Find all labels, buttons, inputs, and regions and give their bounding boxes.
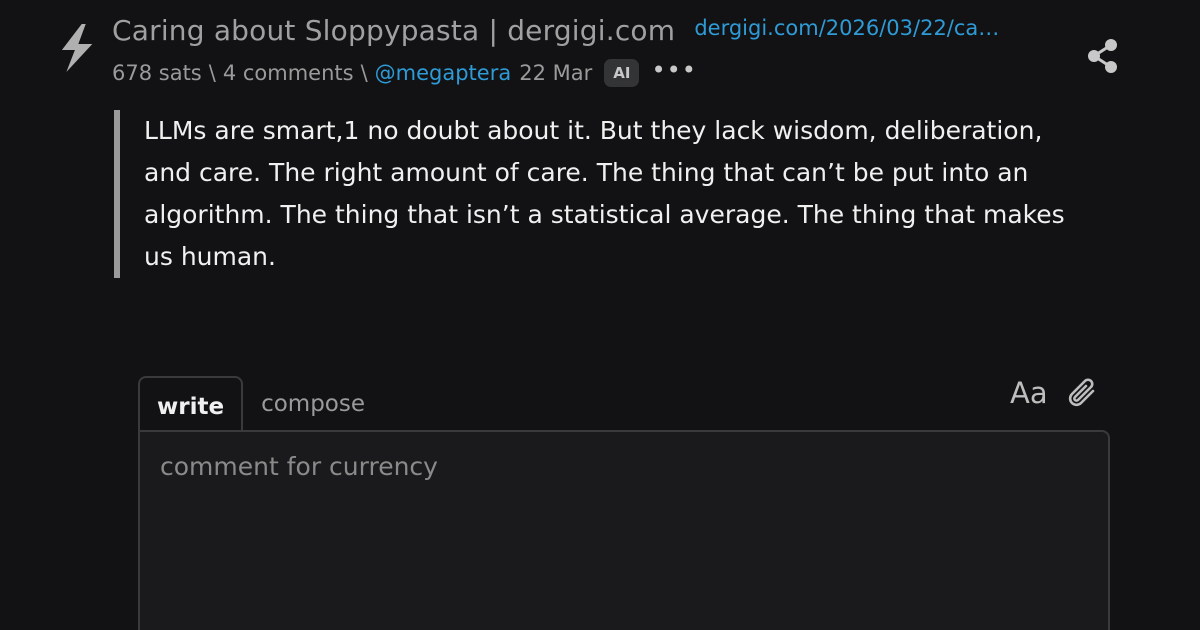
comments-link[interactable]: 4 comments [223,61,354,85]
author-link[interactable]: @megaptera [375,61,512,85]
quote-text: LLMs are smart,1 no doubt about it. But … [144,116,1065,271]
text-format-icon[interactable]: Aa [1010,376,1048,410]
post-title[interactable]: Caring about Sloppypasta | dergigi.com [112,14,675,47]
post-header: Caring about Sloppypasta | dergigi.com d… [112,14,1072,47]
editor-tabs: write compose [138,374,383,432]
post-meta: 678 sats \ 4 comments \ @megaptera 22 Ma… [112,58,697,88]
sats-count: 678 sats [112,61,202,85]
post-page: Caring about Sloppypasta | dergigi.com d… [0,0,1200,630]
paperclip-icon[interactable] [1066,376,1100,412]
bolt-icon[interactable] [56,20,98,76]
post-url-link[interactable]: dergigi.com/2026/03/22/ca… [694,16,999,40]
comment-input[interactable] [140,432,1108,630]
tab-compose[interactable]: compose [243,372,383,432]
post-date[interactable]: 22 Mar [519,61,592,85]
meta-separator: \ [360,61,368,85]
ai-badge[interactable]: AI [604,59,640,87]
share-icon[interactable] [1086,38,1120,74]
more-options-icon[interactable]: ••• [651,58,696,82]
tab-write[interactable]: write [138,376,244,432]
meta-separator: \ [208,61,216,85]
comment-editor [138,430,1110,630]
post-quote: LLMs are smart,1 no doubt about it. But … [114,110,1084,278]
